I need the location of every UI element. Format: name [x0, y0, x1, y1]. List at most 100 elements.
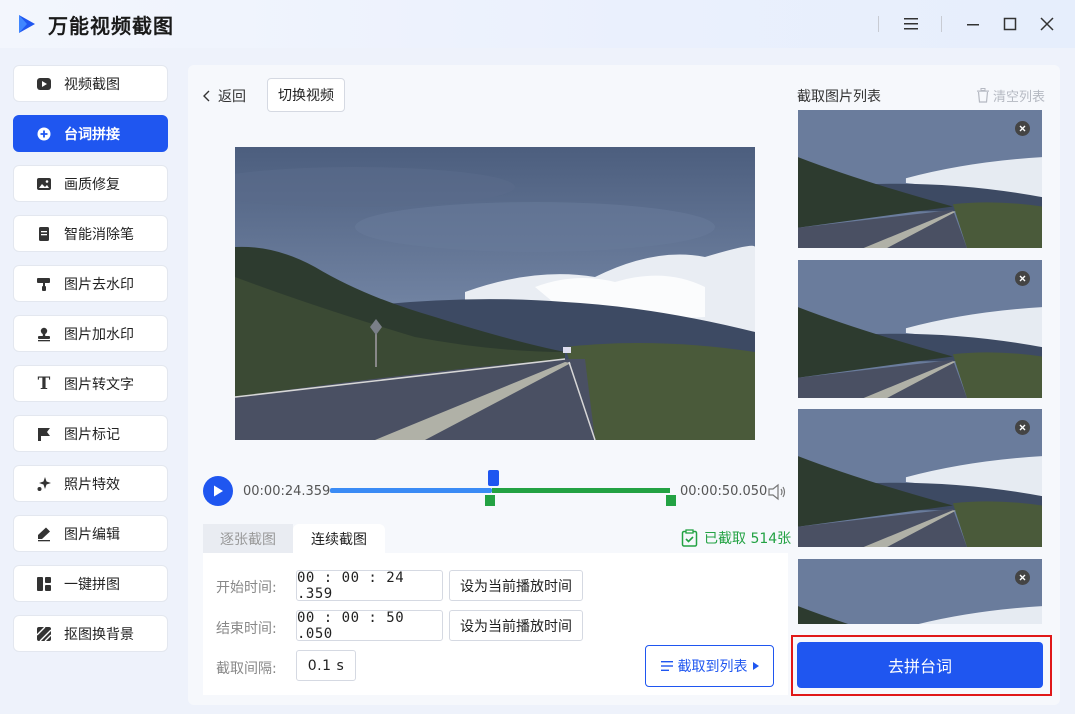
flag-icon: [36, 426, 52, 442]
sidebar-item-smart-eraser[interactable]: 智能消除笔: [13, 215, 168, 252]
sidebar-item-label: 一键拼图: [64, 576, 120, 593]
list-item[interactable]: [798, 260, 1042, 398]
sidebar-item-cutout-background[interactable]: 抠图换背景: [13, 615, 168, 652]
remove-thumbnail-button[interactable]: [1015, 570, 1030, 585]
image-icon: [36, 176, 52, 192]
thumbnail-image: [798, 110, 1042, 248]
sidebar-item-label: 照片特效: [64, 476, 120, 493]
hamburger-icon: [904, 18, 918, 30]
tab-continuous-capture[interactable]: 连续截图: [293, 524, 385, 553]
back-button[interactable]: 返回: [200, 86, 246, 106]
close-button[interactable]: [1035, 12, 1059, 36]
divider: [941, 16, 942, 32]
captured-image-list[interactable]: [797, 110, 1043, 624]
close-icon: [1040, 17, 1054, 31]
range-start-handle[interactable]: [485, 495, 495, 506]
stripes-icon: [36, 626, 52, 642]
list-item[interactable]: [798, 409, 1042, 547]
thumbnail-image: [798, 409, 1042, 547]
switch-video-button[interactable]: 切换视频: [267, 78, 345, 112]
set-start-current-button[interactable]: 设为当前播放时间: [449, 570, 583, 601]
back-label: 返回: [218, 89, 246, 105]
close-icon: [1019, 275, 1026, 282]
end-time: 00:00:50.050: [680, 484, 768, 499]
playhead-handle[interactable]: [488, 470, 499, 486]
capture-to-list-button[interactable]: 截取到列表: [645, 645, 774, 687]
clipboard-check-icon: [681, 529, 698, 547]
sidebar-item-one-click-collage[interactable]: 一键拼图: [13, 565, 168, 602]
play-button[interactable]: [203, 476, 233, 506]
sidebar-item-label: 抠图换背景: [64, 626, 134, 643]
sidebar-item-label: 图片加水印: [64, 326, 134, 343]
sidebar-item-label: 图片编辑: [64, 526, 120, 543]
clear-list-label: 清空列表: [993, 90, 1046, 105]
maximize-button[interactable]: [998, 12, 1022, 36]
tab-single-capture[interactable]: 逐张截图: [203, 524, 293, 553]
interval-label: 截取间隔:: [216, 661, 277, 677]
divider: [878, 16, 879, 32]
app-title: 万能视频截图: [48, 14, 174, 38]
remove-thumbnail-button[interactable]: [1015, 121, 1030, 136]
list-item[interactable]: [798, 110, 1042, 248]
trash-icon: [977, 88, 989, 103]
sidebar-item-subtitle-stitch[interactable]: 台词拼接: [13, 115, 168, 152]
interval-field[interactable]: 0.1 s: [296, 650, 356, 681]
clear-list-button[interactable]: 清空列表: [976, 86, 1045, 105]
chevron-left-icon: [203, 90, 210, 102]
current-time: 00:00:24.359: [243, 484, 331, 499]
text-t-icon: T: [37, 373, 51, 394]
title-bar: 万能视频截图: [0, 0, 1075, 48]
close-icon: [1019, 125, 1026, 132]
sidebar-item-label: 台词拼接: [64, 126, 120, 143]
collage-icon: [36, 576, 52, 592]
sidebar-item-label: 画质修复: [64, 176, 120, 193]
sidebar-item-label: 智能消除笔: [64, 226, 134, 243]
plus-circle-icon: [36, 126, 52, 142]
set-end-current-button[interactable]: 设为当前播放时间: [449, 610, 583, 641]
played-track[interactable]: [330, 488, 492, 493]
play-icon: [214, 485, 223, 497]
go-stitch-subtitles-button[interactable]: 去拼台词: [797, 642, 1043, 688]
end-time-label: 结束时间:: [216, 621, 277, 637]
list-icon: [660, 661, 673, 671]
paint-roller-icon: [36, 276, 52, 292]
video-preview[interactable]: [235, 147, 755, 440]
sidebar-item-image-mark[interactable]: 图片标记: [13, 415, 168, 452]
sidebar-item-video-screenshot[interactable]: 视频截图: [13, 65, 168, 102]
menu-button[interactable]: [899, 12, 923, 36]
range-end-handle[interactable]: [666, 495, 676, 506]
sidebar-item-label: 图片标记: [64, 426, 120, 443]
video-frame: [235, 147, 755, 440]
remove-thumbnail-button[interactable]: [1015, 271, 1030, 286]
document-icon: [36, 226, 52, 242]
sidebar-item-label: 图片去水印: [64, 276, 134, 293]
start-time-field[interactable]: 00 : 00 : 24 .359: [296, 570, 443, 602]
captured-count: 已截取 514张: [681, 528, 791, 548]
sidebar-item-photo-effects[interactable]: 照片特效: [13, 465, 168, 502]
remove-thumbnail-button[interactable]: [1015, 420, 1030, 435]
captured-count-label: 已截取 514张: [704, 531, 792, 547]
close-icon: [1019, 574, 1026, 581]
start-time-label: 开始时间:: [216, 580, 277, 596]
minimize-icon: [967, 24, 979, 26]
sidebar-item-image-edit[interactable]: 图片编辑: [13, 515, 168, 552]
end-time-field[interactable]: 00 : 00 : 50 .050: [296, 610, 443, 642]
minimize-button[interactable]: [961, 12, 985, 36]
close-icon: [1019, 424, 1026, 431]
sidebar-item-remove-watermark[interactable]: 图片去水印: [13, 265, 168, 302]
sparkle-icon: [36, 476, 52, 492]
list-item[interactable]: [798, 559, 1042, 624]
volume-icon[interactable]: [767, 483, 787, 501]
pencil-icon: [36, 526, 52, 542]
capture-list-title: 截取图片列表: [797, 89, 881, 105]
maximize-icon: [1003, 17, 1017, 31]
stamp-icon: [36, 326, 52, 342]
thumbnail-image: [798, 260, 1042, 398]
sidebar-item-add-watermark[interactable]: 图片加水印: [13, 315, 168, 352]
selected-range-track[interactable]: [492, 488, 670, 493]
sidebar-item-quality-repair[interactable]: 画质修复: [13, 165, 168, 202]
capture-to-list-label: 截取到列表: [677, 659, 748, 675]
video-play-icon: [36, 76, 52, 92]
caret-right-icon: [752, 662, 759, 670]
sidebar-item-image-to-text[interactable]: T 图片转文字: [13, 365, 168, 402]
